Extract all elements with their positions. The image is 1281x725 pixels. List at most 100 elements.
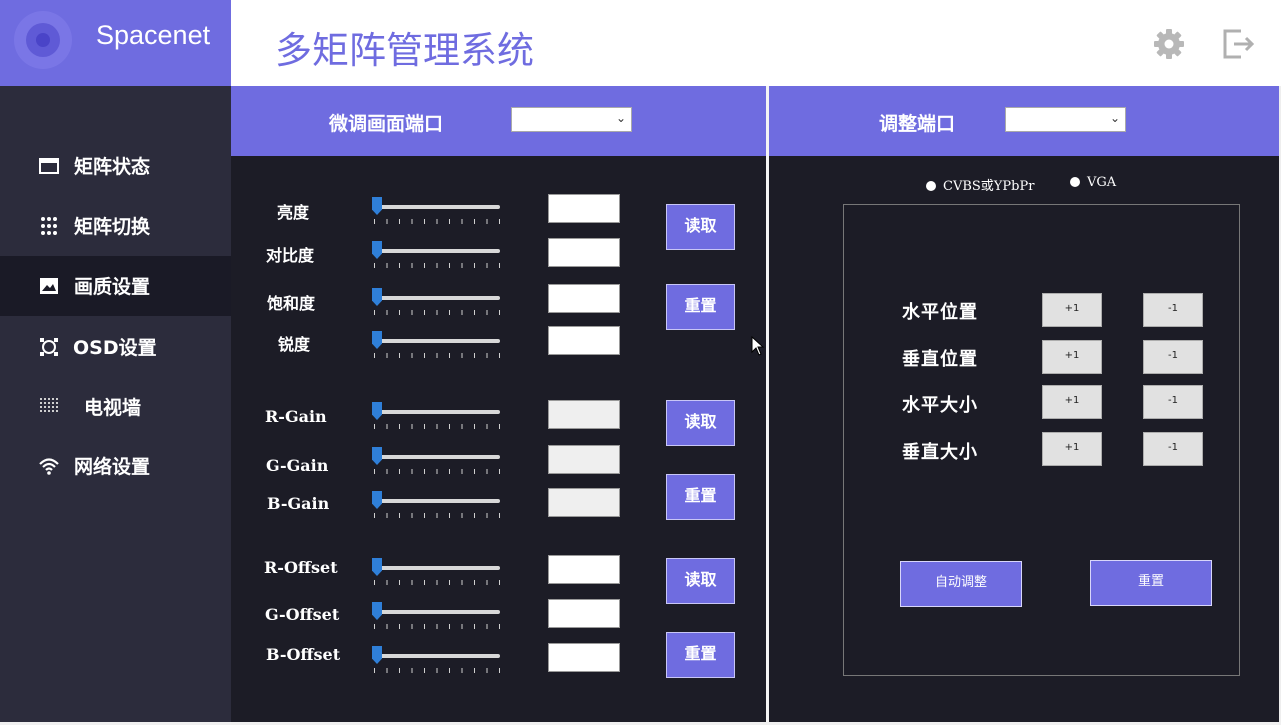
- reset-position-button[interactable]: 重置: [1090, 560, 1212, 606]
- param-label: 亮度: [277, 203, 310, 222]
- reset-button-3[interactable]: 重置: [666, 632, 735, 678]
- reset-button-1[interactable]: 重置: [666, 284, 735, 330]
- radio-cvbs-ypbpr[interactable]: CVBS或YPbPr: [926, 175, 1034, 194]
- v-position-minus-button[interactable]: -1: [1143, 340, 1203, 374]
- param-label: G-Gain: [266, 456, 329, 475]
- saturation-slider[interactable]: [372, 288, 500, 316]
- auto-adjust-button[interactable]: 自动调整: [900, 561, 1022, 607]
- slider-thumb[interactable]: [372, 447, 382, 465]
- v-size-minus-button[interactable]: -1: [1143, 432, 1203, 466]
- fine-tune-port-header: 微调画面端口 ⌄: [231, 86, 766, 156]
- slider-thumb[interactable]: [372, 558, 382, 576]
- g-gain-value-field[interactable]: [548, 445, 620, 474]
- row-label: 垂直大小: [902, 442, 978, 463]
- b-offset-value-field[interactable]: [548, 643, 620, 672]
- adjust-port-select[interactable]: ⌄: [1005, 107, 1126, 132]
- slider-thumb[interactable]: [372, 288, 382, 306]
- h-size-minus-button[interactable]: -1: [1143, 385, 1203, 419]
- sidebar-item-video-wall[interactable]: 电视墙: [0, 375, 231, 435]
- osd-icon: [40, 338, 58, 356]
- image-icon: [40, 278, 58, 294]
- g-offset-slider[interactable]: [372, 602, 500, 630]
- sharpness-value-field[interactable]: [548, 326, 620, 355]
- slider-thumb[interactable]: [372, 331, 382, 349]
- adjust-port-header: 调整端口 ⌄: [769, 86, 1281, 156]
- radio-dot-icon: [926, 181, 936, 191]
- param-label: 饱和度: [267, 294, 316, 313]
- brand-name: Spacenet: [96, 20, 211, 50]
- sidebar-item-matrix-status[interactable]: 矩阵状态: [0, 136, 231, 196]
- slider-thumb[interactable]: [372, 402, 382, 420]
- reset-button-2[interactable]: 重置: [666, 474, 735, 520]
- header: 多矩阵管理系统: [231, 0, 1281, 86]
- fine-tune-port-label: 微调画面端口: [329, 113, 444, 135]
- wifi-icon: [39, 458, 59, 475]
- image-adjust-panel: 亮度 对比度 饱和度 锐度 读取 重置 R-Gain G-Gain B-Gain…: [231, 156, 766, 722]
- h-position-plus-button[interactable]: +1: [1042, 293, 1102, 327]
- b-gain-value-field[interactable]: [548, 488, 620, 517]
- gear-icon[interactable]: [1153, 28, 1185, 60]
- contrast-slider[interactable]: [372, 241, 500, 269]
- r-gain-value-field[interactable]: [548, 400, 620, 429]
- read-button-2[interactable]: 读取: [666, 400, 735, 446]
- radio-vga[interactable]: VGA: [1070, 175, 1116, 190]
- slider-thumb[interactable]: [372, 197, 382, 215]
- brightness-value-field[interactable]: [548, 194, 620, 223]
- slider-thumb[interactable]: [372, 491, 382, 509]
- sharpness-slider[interactable]: [372, 331, 500, 359]
- param-label: R-Gain: [265, 407, 327, 426]
- sidebar: 矩阵状态 矩阵切换 画质设置 OSD设置 电视墙 网络设置: [0, 86, 231, 725]
- sidebar-item-label: 电视墙: [84, 397, 142, 419]
- r-gain-slider[interactable]: [372, 402, 500, 430]
- param-label: R-Offset: [264, 558, 338, 577]
- chevron-down-icon: ⌄: [615, 111, 626, 125]
- video-wall-icon: [40, 398, 58, 412]
- g-gain-slider[interactable]: [372, 447, 500, 475]
- sidebar-item-label: 矩阵切换: [74, 216, 151, 238]
- contrast-value-field[interactable]: [548, 238, 620, 267]
- h-position-minus-button[interactable]: -1: [1143, 293, 1203, 327]
- r-offset-slider[interactable]: [372, 558, 500, 586]
- mouse-cursor-icon: [751, 336, 765, 356]
- saturation-value-field[interactable]: [548, 284, 620, 313]
- h-size-plus-button[interactable]: +1: [1042, 385, 1102, 419]
- window-icon: [39, 158, 59, 174]
- brand-area: Spacenet: [0, 0, 231, 86]
- param-label: G-Offset: [265, 605, 340, 624]
- sidebar-item-label: 矩阵状态: [74, 156, 151, 178]
- sidebar-item-image-settings[interactable]: 画质设置: [0, 256, 231, 316]
- slider-thumb[interactable]: [372, 646, 382, 664]
- b-gain-slider[interactable]: [372, 491, 500, 519]
- slider-thumb[interactable]: [372, 241, 382, 259]
- sidebar-item-osd-settings[interactable]: OSD设置: [0, 317, 231, 377]
- brightness-slider[interactable]: [372, 197, 500, 225]
- v-size-plus-button[interactable]: +1: [1042, 432, 1102, 466]
- row-label: 水平位置: [902, 302, 978, 323]
- row-label: 垂直位置: [902, 349, 978, 370]
- logo-dot: [36, 33, 50, 47]
- sidebar-item-label: OSD设置: [73, 337, 157, 359]
- sidebar-item-label: 画质设置: [74, 276, 151, 298]
- app-title: 多矩阵管理系统: [275, 29, 534, 72]
- param-label: B-Offset: [266, 645, 341, 664]
- sidebar-item-matrix-switch[interactable]: 矩阵切换: [0, 196, 231, 256]
- r-offset-value-field[interactable]: [548, 555, 620, 584]
- v-position-plus-button[interactable]: +1: [1042, 340, 1102, 374]
- row-label: 水平大小: [902, 395, 978, 416]
- g-offset-value-field[interactable]: [548, 599, 620, 628]
- sidebar-item-network-settings[interactable]: 网络设置: [0, 436, 231, 496]
- read-button-1[interactable]: 读取: [666, 204, 735, 250]
- b-offset-slider[interactable]: [372, 646, 500, 674]
- sidebar-item-label: 网络设置: [74, 456, 151, 478]
- radio-dot-icon: [1070, 177, 1080, 187]
- param-label: B-Gain: [267, 494, 330, 513]
- param-label: 锐度: [278, 335, 311, 354]
- slider-thumb[interactable]: [372, 602, 382, 620]
- read-button-3[interactable]: 读取: [666, 558, 735, 604]
- logout-icon[interactable]: [1221, 27, 1255, 61]
- grid-dots-icon: [41, 217, 57, 235]
- fine-tune-port-select[interactable]: ⌄: [511, 107, 632, 132]
- param-label: 对比度: [266, 246, 315, 265]
- chevron-down-icon: ⌄: [1109, 111, 1120, 125]
- adjust-port-label: 调整端口: [879, 113, 956, 135]
